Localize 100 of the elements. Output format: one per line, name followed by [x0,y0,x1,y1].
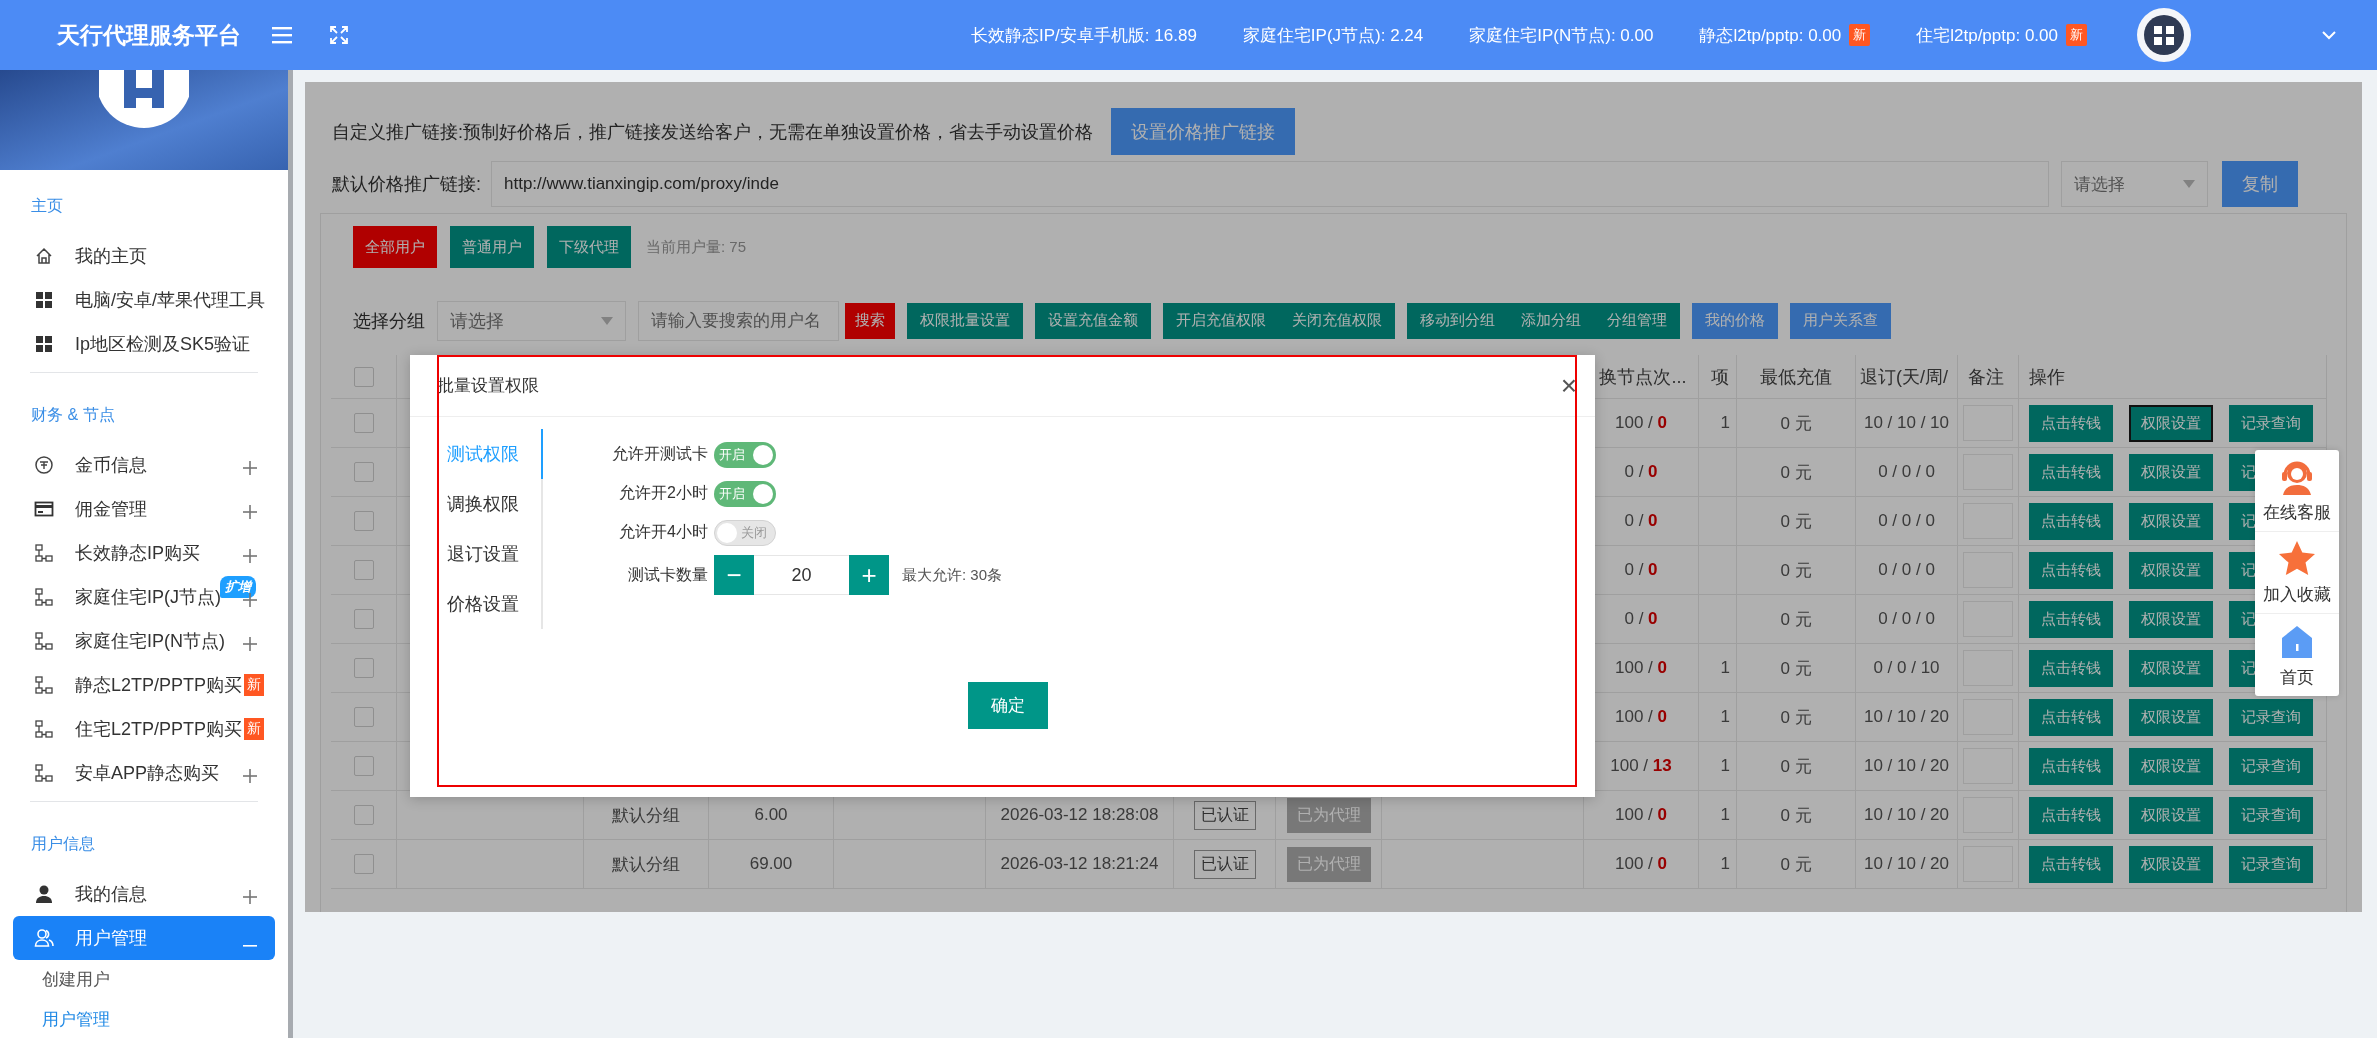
avatar[interactable] [2137,8,2191,62]
expand-icon[interactable] [243,890,257,904]
sidebar-item[interactable]: 金币信息 [13,443,275,487]
row-action-button[interactable]: 点击转钱 [2029,404,2113,442]
sidebar-item[interactable]: 静态L2TP/PPTP购买 新 [13,663,275,707]
filter-tab[interactable]: 普通用户 [450,226,534,268]
row-action-button[interactable]: 点击转钱 [2029,502,2113,540]
submenu-item[interactable]: 创建用户 [42,960,110,1000]
close-button[interactable]: × [1560,371,1577,400]
submenu-item[interactable]: 用户管理 [42,1000,110,1038]
row-action-button[interactable]: 点击转钱 [2029,649,2113,687]
row-action-button[interactable]: 权限设置 [2129,551,2213,589]
toggle-switch[interactable]: 开启 [714,480,776,507]
row-action-button[interactable]: 权限设置 [2129,502,2213,540]
checkbox[interactable] [353,462,374,482]
confirm-button[interactable]: 确定 [967,682,1048,729]
row-action-button[interactable]: 权限设置 [2129,453,2213,491]
checkbox[interactable] [353,511,374,531]
copy-button[interactable]: 复制 [2222,161,2298,207]
sidebar-item[interactable]: Ip地区检测及SK5验证 [13,322,275,366]
checkbox[interactable] [353,707,374,727]
sidebar-item[interactable]: 长效静态IP购买 [13,531,275,575]
row-action-button[interactable]: 记 [2229,600,2255,638]
filter-tab[interactable]: 全部用户 [353,226,437,268]
sidebar-item[interactable]: 我的主页 [13,234,275,278]
float-link[interactable]: 加入收藏 [2263,583,2331,606]
row-action-button[interactable]: 点击转钱 [2029,551,2113,589]
sidebar-item[interactable]: 家庭住宅IP(J节点) 扩增 [13,575,275,619]
checkbox[interactable] [353,609,374,629]
sidebar-item[interactable]: 电脑/安卓/苹果代理工具 [13,278,275,322]
toggle-switch[interactable]: 开启 [714,441,776,468]
toolbar-button[interactable]: 我的价格 [1692,302,1778,339]
checkbox[interactable] [353,854,374,874]
expand-icon[interactable] [243,637,257,651]
promo-link-button[interactable]: 设置价格推广链接 [1111,108,1295,155]
toolbar-button[interactable]: 移动到分组 [1407,302,1508,339]
toggle-switch[interactable]: 关闭 [714,519,776,546]
row-action-button[interactable]: 记录查询 [2229,404,2313,442]
checkbox[interactable] [353,658,374,678]
row-action-button[interactable]: 权限设置 [2129,796,2213,834]
caret-icon[interactable] [2321,30,2337,40]
fullscreen-icon[interactable] [329,25,349,45]
quantity-field[interactable]: 20 [754,555,849,595]
row-action-button[interactable]: 记录查询 [2229,796,2313,834]
row-action-button[interactable]: 点击转钱 [2029,796,2113,834]
row-action-button[interactable]: 权限设置 [2129,698,2213,736]
row-action-button[interactable]: 记 [2229,502,2255,540]
row-action-button[interactable]: 点击转钱 [2029,747,2113,785]
filter-tab[interactable]: 下级代理 [547,226,631,268]
link-field[interactable]: http://www.tianxingip.com/proxy/inde [491,161,2049,207]
float-link[interactable]: 在线客服 [2263,501,2331,524]
tab[interactable]: 测试权限 [437,429,543,479]
toolbar-button[interactable]: 设置充值金额 [1035,302,1151,339]
toolbar-button[interactable]: 分组管理 [1594,302,1680,339]
row-action-button[interactable]: 记录查询 [2229,747,2313,785]
row-action-button[interactable]: 点击转钱 [2029,698,2113,736]
row-action-button[interactable]: 记 [2229,551,2255,589]
sidebar-item[interactable]: 家庭住宅IP(N节点) [13,619,275,663]
tab[interactable]: 价格设置 [437,579,543,629]
plus-button[interactable]: + [849,555,889,595]
toolbar-button[interactable]: 用户关系查 [1790,302,1891,339]
toolbar-button[interactable]: 关闭充值权限 [1279,302,1395,339]
expand-icon[interactable] [243,505,257,519]
row-action-button[interactable]: 点击转钱 [2029,845,2113,883]
expand-icon[interactable] [243,769,257,783]
sidebar-item[interactable]: 佣金管理 [13,487,275,531]
checkbox[interactable] [353,366,374,387]
checkbox[interactable] [353,413,374,433]
toolbar-button[interactable]: 开启充值权限 [1163,302,1279,339]
sidebar-item[interactable]: 我的信息 [13,872,275,916]
toolbar-button[interactable]: 添加分组 [1508,302,1594,339]
expand-icon[interactable] [243,461,257,475]
row-action-button[interactable]: 权限设置 [2129,845,2213,883]
select-field[interactable]: 请选择 [2061,161,2208,207]
tab[interactable]: 调换权限 [437,479,543,529]
checkbox[interactable] [353,560,374,580]
row-action-button[interactable]: 记录查询 [2229,845,2313,883]
menu-icon[interactable] [271,25,293,45]
checkbox[interactable] [353,805,374,825]
row-action-button[interactable]: 记录查询 [2229,698,2313,736]
search-button[interactable]: 搜索 [845,302,895,339]
row-action-button[interactable]: 记 [2229,649,2255,687]
tab[interactable]: 退订设置 [437,529,543,579]
expand-icon[interactable] [243,549,257,563]
checkbox[interactable] [353,756,374,776]
minus-button[interactable]: − [714,555,754,595]
sidebar-item[interactable]: 用户管理 [13,916,275,960]
row-action-button[interactable]: 记 [2229,453,2255,491]
row-action-button[interactable]: 权限设置 [2129,404,2213,442]
row-action-button[interactable]: 点击转钱 [2029,453,2113,491]
group-select[interactable]: 请选择 [437,300,626,341]
row-action-button[interactable]: 权限设置 [2129,600,2213,638]
row-action-button[interactable]: 权限设置 [2129,747,2213,785]
float-link[interactable]: 首页 [2280,665,2314,689]
expand-icon[interactable] [243,593,257,607]
sidebar-item[interactable]: 安卓APP静态购买 [13,751,275,795]
sidebar-item[interactable]: 住宅L2TP/PPTP购买 新 [13,707,275,751]
row-action-button[interactable]: 点击转钱 [2029,600,2113,638]
toolbar-button[interactable]: 权限批量设置 [907,302,1023,339]
search-field[interactable]: 请输入要搜索的用户名 [638,300,839,341]
